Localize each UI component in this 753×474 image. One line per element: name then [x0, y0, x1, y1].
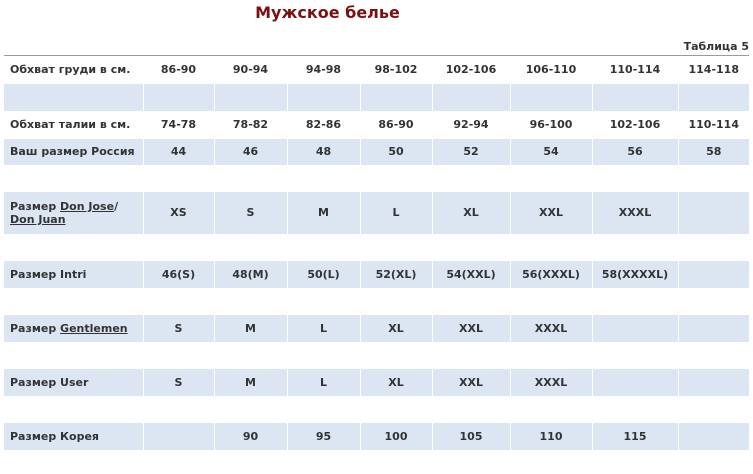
cell — [677, 260, 749, 288]
cell: 92-94 — [431, 110, 510, 139]
cell: 46 — [213, 138, 287, 165]
row-label: Обхват талии в см. — [4, 110, 143, 139]
cell: L — [286, 368, 360, 396]
cell: 48 — [286, 138, 360, 165]
cell: M — [213, 368, 287, 396]
cell: 56(XXXL) — [509, 260, 592, 288]
cell: 52 — [431, 138, 510, 165]
cell: 114-118 — [677, 55, 749, 84]
row-user: Размер User S M L XL XXL XXXL — [4, 368, 749, 396]
page-title: Мужское белье — [255, 3, 400, 22]
empty-row — [4, 83, 749, 111]
row-donjose: Размер Don Jose/ Don Juan XS S M L XL XX… — [4, 191, 749, 234]
table-number: Таблица 5 — [683, 40, 749, 53]
row-gentlemen: Размер Gentlemen S M L XL XXL XXXL — [4, 314, 749, 342]
cell: XXXL — [591, 191, 678, 234]
cell: M — [213, 314, 287, 342]
cell: 86-90 — [142, 55, 214, 84]
cell: 74-78 — [142, 110, 214, 139]
cell: 48(M) — [213, 260, 287, 288]
cell: XL — [431, 191, 510, 234]
cell: XXL — [431, 368, 510, 396]
cell — [677, 422, 749, 450]
cell: 82-86 — [286, 110, 360, 139]
cell: M — [286, 191, 360, 234]
cell: 95 — [286, 422, 360, 450]
cell: 106-110 — [509, 55, 592, 84]
row-label: Размер Корея — [4, 422, 143, 450]
cell: XXXL — [509, 314, 592, 342]
row-russia: Ваш размер Россия 44 46 48 50 52 54 56 5… — [4, 138, 749, 165]
cell: 58(XXXXL) — [591, 260, 678, 288]
cell: 110 — [509, 422, 592, 450]
cell: L — [359, 191, 432, 234]
cell: 50(L) — [286, 260, 360, 288]
cell — [677, 368, 749, 396]
cell: 86-90 — [359, 110, 432, 139]
cell: XXL — [431, 314, 510, 342]
cell: 90-94 — [213, 55, 287, 84]
cell: S — [213, 191, 287, 234]
cell: 54(XXL) — [431, 260, 510, 288]
cell: 98-102 — [359, 55, 432, 84]
cell: XL — [359, 314, 432, 342]
cell: 44 — [142, 138, 214, 165]
cell: 52(XL) — [359, 260, 432, 288]
row-label: Размер Gentlemen — [4, 314, 143, 342]
cell: XXXL — [509, 368, 592, 396]
row-label: Обхват груди в см. — [4, 55, 143, 84]
cell: XL — [359, 368, 432, 396]
cell — [677, 191, 749, 234]
cell: 58 — [677, 138, 749, 165]
cell: 78-82 — [213, 110, 287, 139]
cell: 105 — [431, 422, 510, 450]
cell: 100 — [359, 422, 432, 450]
row-korea: Размер Корея 90 95 100 105 110 115 — [4, 422, 749, 450]
label-prefix: Размер — [10, 321, 61, 335]
cell: 56 — [591, 138, 678, 165]
cell — [142, 422, 214, 450]
row-label: Размер Intri — [4, 260, 143, 288]
cell: XS — [142, 191, 214, 234]
cell: S — [142, 314, 214, 342]
label-separator: / — [114, 199, 119, 213]
cell — [677, 314, 749, 342]
cell: 110-114 — [591, 55, 678, 84]
cell — [591, 314, 678, 342]
link-gentlemen[interactable]: Gentlemen — [60, 322, 128, 335]
row-intri: Размер Intri 46(S) 48(M) 50(L) 52(XL) 54… — [4, 260, 749, 288]
cell — [591, 368, 678, 396]
cell: L — [286, 314, 360, 342]
row-chest: Обхват груди в см. 86-90 90-94 94-98 98-… — [4, 55, 749, 84]
cell: 50 — [359, 138, 432, 165]
cell: 102-106 — [591, 110, 678, 139]
size-table: Обхват груди в см. 86-90 90-94 94-98 98-… — [4, 55, 749, 450]
row-label: Ваш размер Россия — [4, 138, 143, 165]
row-waist: Обхват талии в см. 74-78 78-82 82-86 86-… — [4, 110, 749, 139]
cell: 46(S) — [142, 260, 214, 288]
cell: 90 — [213, 422, 287, 450]
label-prefix: Размер — [10, 199, 61, 213]
cell: XXL — [509, 191, 592, 234]
cell: 54 — [509, 138, 592, 165]
cell: 96-100 — [509, 110, 592, 139]
cell: 115 — [591, 422, 678, 450]
cell: 110-114 — [677, 110, 749, 139]
cell: 94-98 — [286, 55, 360, 84]
row-label: Размер User — [4, 368, 143, 396]
link-don-juan[interactable]: Don Juan — [10, 213, 66, 226]
cell: 102-106 — [431, 55, 510, 84]
link-don-jose[interactable]: Don Jose — [60, 200, 114, 213]
row-label: Размер Don Jose/ Don Juan — [4, 191, 143, 234]
cell: S — [142, 368, 214, 396]
